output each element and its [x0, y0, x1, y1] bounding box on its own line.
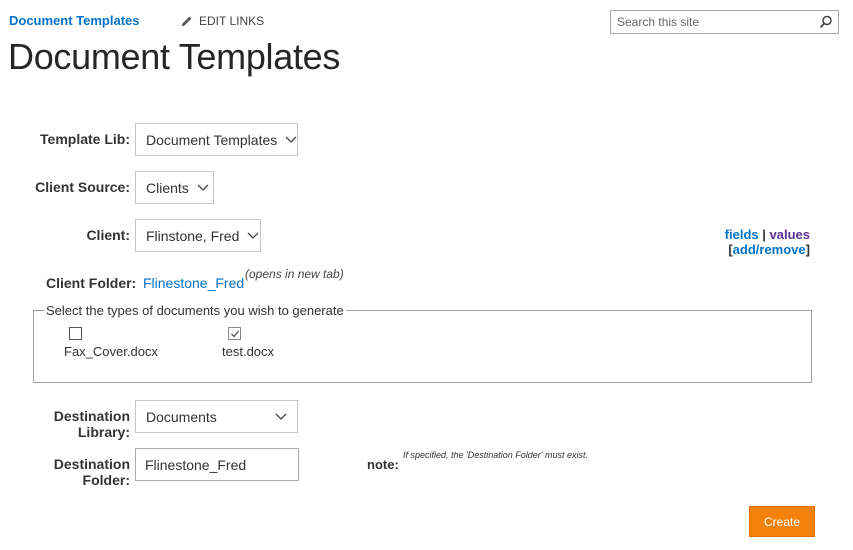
client-source-label: Client Source:	[35, 179, 130, 195]
client-value: Flinstone, Fred	[146, 227, 240, 244]
client-folder-link[interactable]: Flinestone_Fred	[143, 275, 244, 291]
template-lib-label: Template Lib:	[40, 131, 130, 147]
destination-library-select[interactable]: Documents	[135, 400, 298, 433]
values-link[interactable]: values	[770, 227, 810, 242]
destination-library-label: Destination Library:	[53, 408, 130, 440]
template-lib-select[interactable]: Document Templates	[135, 123, 298, 156]
fields-link[interactable]: fields	[725, 227, 759, 242]
test-docx-checkbox[interactable]	[228, 327, 241, 340]
chevron-down-icon	[197, 184, 209, 192]
breadcrumb-site-title[interactable]: Document Templates	[9, 13, 140, 28]
checkmark-icon	[230, 329, 240, 339]
edit-links-button[interactable]: EDIT LINKS	[181, 14, 264, 28]
destination-folder-label: Destination Folder:	[53, 456, 130, 488]
search-input[interactable]	[611, 11, 811, 33]
document-types-group: Select the types of documents you wish t…	[33, 303, 812, 383]
test-docx-label: test.docx	[222, 344, 275, 359]
opens-new-tab-note: (opens in new tab)	[245, 267, 344, 281]
note-label: note:	[367, 457, 399, 472]
search-icon[interactable]	[816, 13, 836, 31]
edit-links-label: EDIT LINKS	[199, 14, 265, 28]
chevron-down-icon	[285, 136, 297, 144]
add-remove-link[interactable]: add/remove	[733, 242, 806, 257]
template-lib-value: Document Templates	[146, 131, 278, 148]
close-bracket: ]	[805, 242, 810, 257]
fax-cover-label: Fax_Cover.docx	[64, 344, 158, 359]
pencil-icon	[181, 15, 193, 27]
client-source-select[interactable]: Clients	[135, 171, 214, 204]
client-label: Client:	[86, 227, 130, 243]
client-source-value: Clients	[146, 179, 189, 196]
destination-folder-input[interactable]	[135, 448, 299, 481]
destination-library-value: Documents	[146, 408, 217, 425]
client-select[interactable]: Flinstone, Fred	[135, 219, 261, 252]
page-title: Document Templates	[8, 36, 341, 77]
create-button[interactable]: Create	[749, 506, 815, 537]
document-types-legend: Select the types of documents you wish t…	[46, 303, 344, 318]
field-links: fields | values [add/remove]	[725, 227, 810, 257]
fax-cover-checkbox[interactable]	[69, 327, 82, 340]
links-separator: |	[762, 227, 766, 242]
client-folder-label: Client Folder:	[46, 275, 137, 291]
chevron-down-icon	[247, 232, 259, 240]
destination-folder-note: If specified, the 'Destination Folder' m…	[403, 450, 589, 460]
search-box	[610, 10, 839, 34]
chevron-down-icon	[275, 413, 287, 421]
